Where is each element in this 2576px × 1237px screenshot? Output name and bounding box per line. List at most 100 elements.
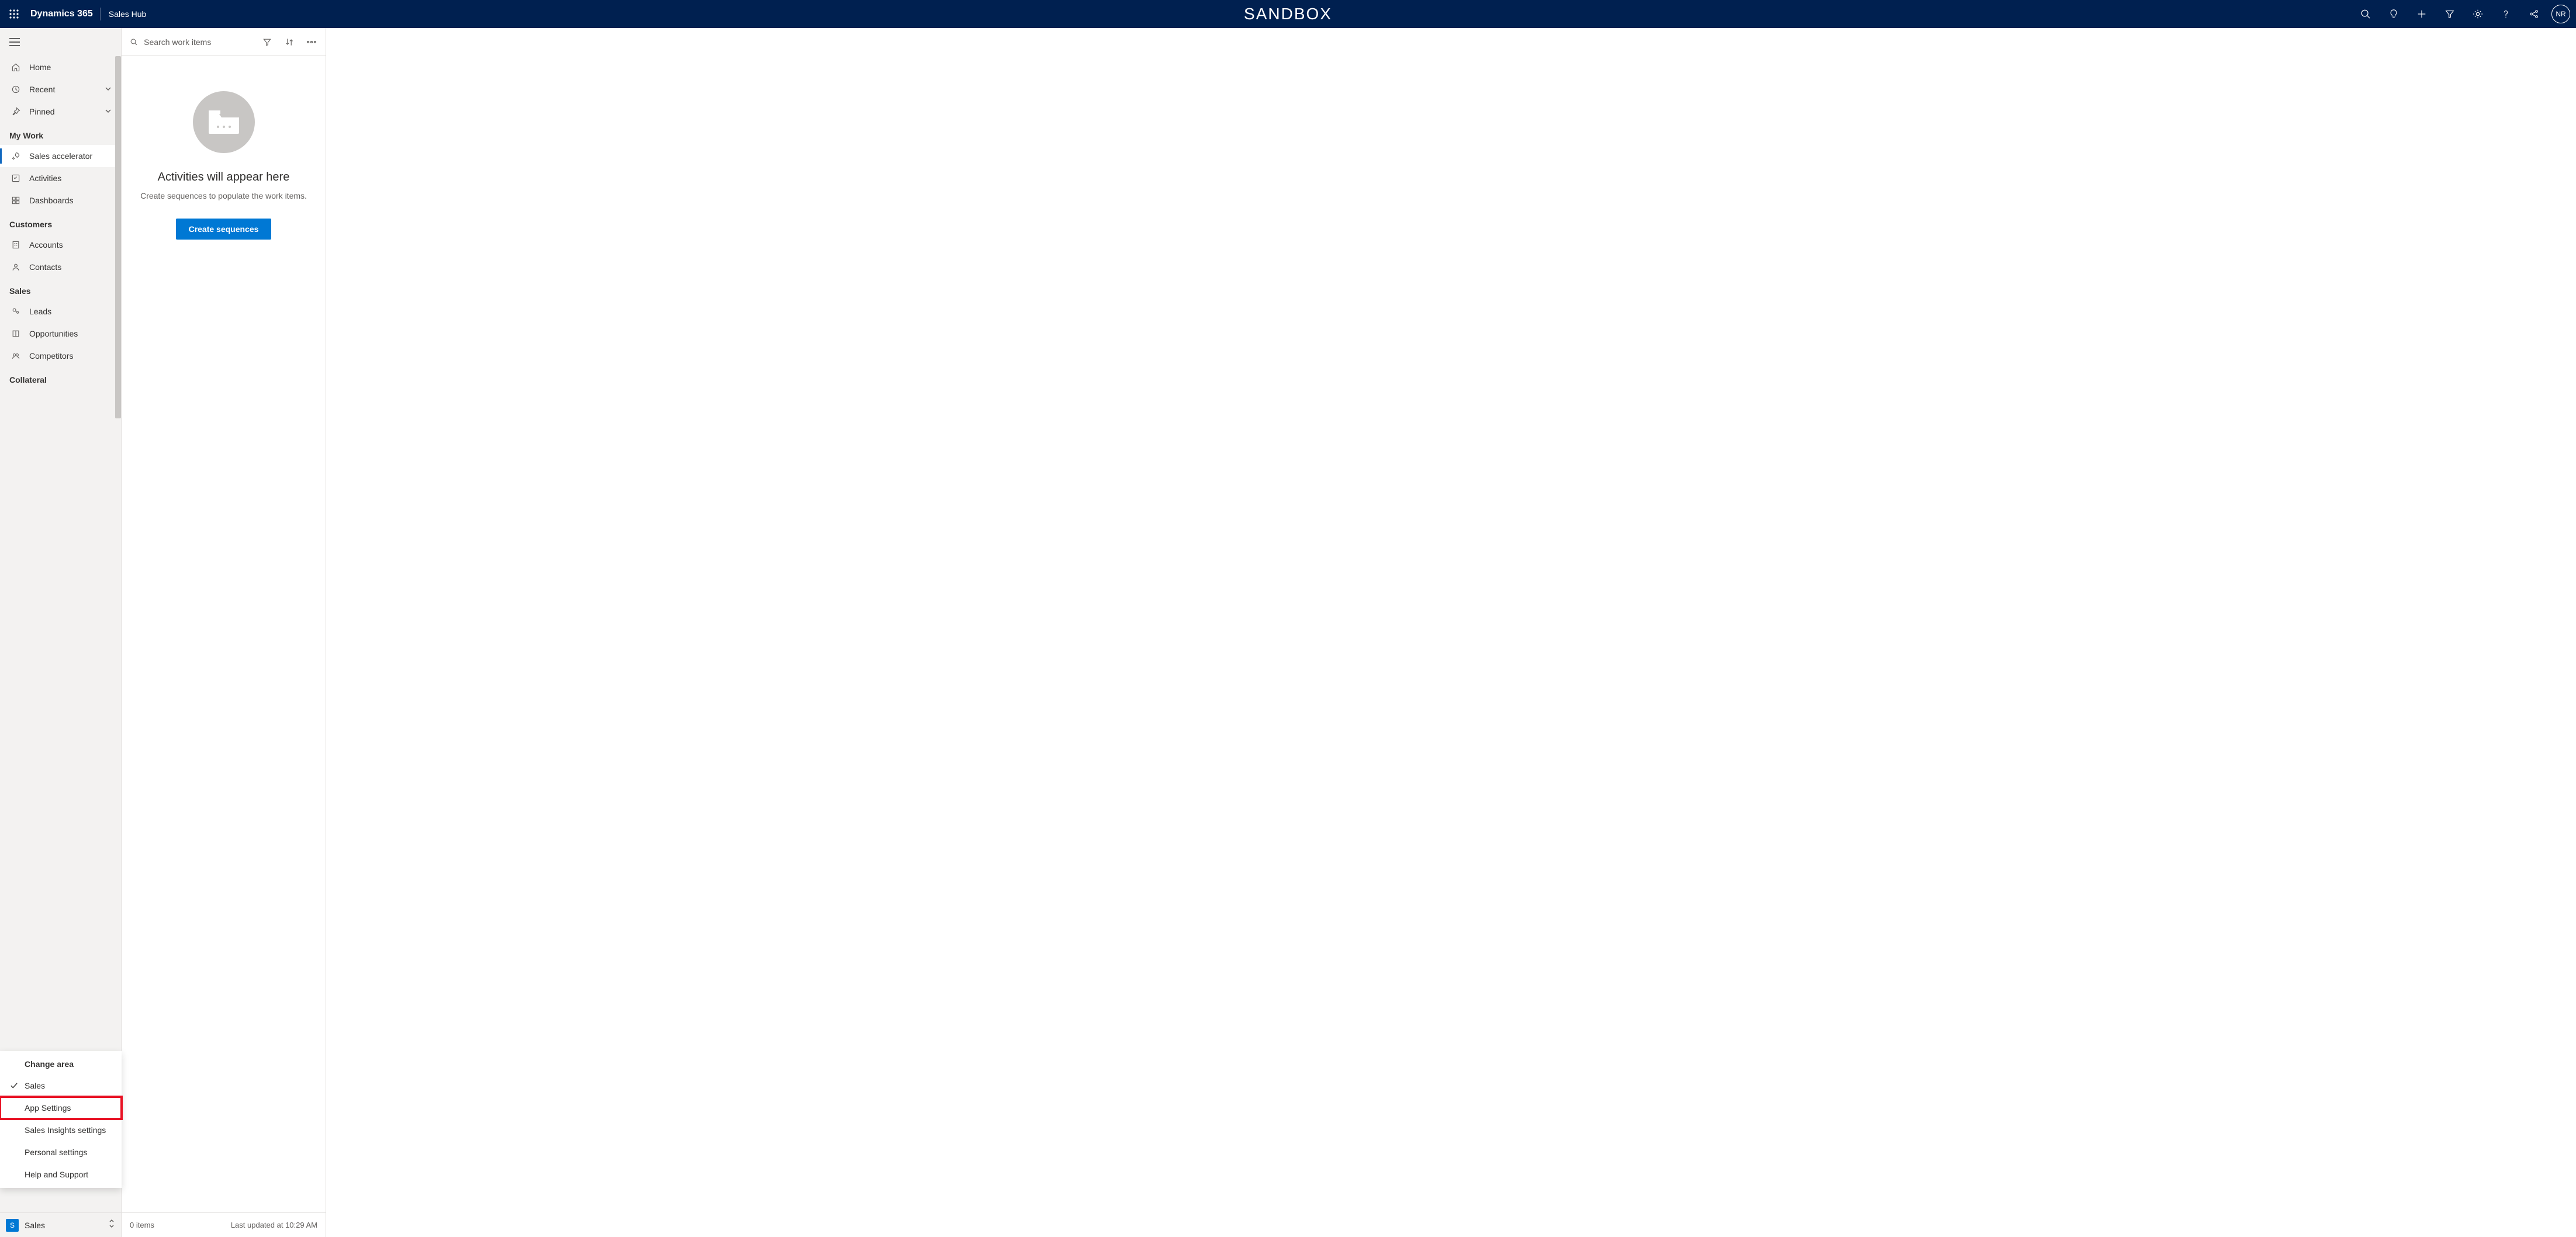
area-switcher[interactable]: S Sales xyxy=(0,1212,121,1237)
section-customers: Customers xyxy=(0,212,121,234)
sidebar-item-contacts[interactable]: Contacts xyxy=(0,256,121,278)
popup-label: Personal settings xyxy=(25,1148,87,1157)
help-icon xyxy=(2501,9,2511,19)
more-icon xyxy=(307,41,316,43)
search-input-wrap[interactable] xyxy=(130,37,253,47)
plus-icon xyxy=(2416,9,2427,19)
sidebar-item-opportunities[interactable]: Opportunities xyxy=(0,323,121,345)
area-option-sales[interactable]: Sales xyxy=(0,1075,122,1097)
person-icon xyxy=(11,262,21,272)
rocket-icon xyxy=(11,151,21,161)
chevron-down-icon xyxy=(105,107,112,116)
user-avatar[interactable]: NR xyxy=(2551,5,2570,23)
lightbulb-icon xyxy=(2388,9,2399,19)
nav-label: Activities xyxy=(29,174,61,183)
topbar: Dynamics 365 Sales Hub SANDBOX xyxy=(0,0,2576,28)
app-launcher-button[interactable] xyxy=(0,0,28,28)
sidebar-item-activities[interactable]: Activities xyxy=(0,167,121,189)
app-root: Dynamics 365 Sales Hub SANDBOX xyxy=(0,0,2576,1237)
nav-label: Leads xyxy=(29,307,51,316)
nav-label: Opportunities xyxy=(29,329,78,338)
nav-label: Recent xyxy=(29,85,55,94)
main: Home Recent Pinned My Work Sales acceler… xyxy=(0,28,2576,1237)
pin-icon xyxy=(11,106,21,117)
work-more-button[interactable] xyxy=(303,34,320,50)
building-icon xyxy=(11,240,21,250)
work-sort-button[interactable] xyxy=(281,34,298,50)
sidebar-item-leads[interactable]: Leads xyxy=(0,300,121,323)
gear-icon xyxy=(2473,9,2483,19)
work-search-row xyxy=(122,28,326,56)
area-option-personal-settings[interactable]: Personal settings xyxy=(0,1141,122,1163)
area-label: Sales xyxy=(25,1221,102,1230)
empty-folder-icon xyxy=(193,91,255,153)
sidebar-scrollbar[interactable] xyxy=(115,56,121,418)
help-button[interactable] xyxy=(2492,0,2520,28)
add-button[interactable] xyxy=(2408,0,2436,28)
sidebar-item-dashboards[interactable]: Dashboards xyxy=(0,189,121,212)
nav-label: Competitors xyxy=(29,351,73,361)
topbar-left: Dynamics 365 Sales Hub xyxy=(0,0,146,28)
sidebar-item-recent[interactable]: Recent xyxy=(0,78,121,101)
checklist-icon xyxy=(11,173,21,183)
area-badge: S xyxy=(6,1219,19,1232)
share-button[interactable] xyxy=(2520,0,2548,28)
app-title[interactable]: Dynamics 365 xyxy=(28,9,100,19)
settings-button[interactable] xyxy=(2464,0,2492,28)
sidebar: Home Recent Pinned My Work Sales acceler… xyxy=(0,28,122,1237)
nav-label: Dashboards xyxy=(29,196,74,205)
create-sequences-button[interactable]: Create sequences xyxy=(176,219,272,240)
section-collateral: Collateral xyxy=(0,367,121,389)
sidebar-toggle[interactable] xyxy=(0,28,121,56)
work-filter-button[interactable] xyxy=(259,34,275,50)
sidebar-item-pinned[interactable]: Pinned xyxy=(0,101,121,123)
competitors-icon xyxy=(11,351,21,361)
clock-icon xyxy=(11,84,21,95)
search-button[interactable] xyxy=(2352,0,2380,28)
empty-description: Create sequences to populate the work it… xyxy=(139,190,308,202)
leads-icon xyxy=(11,306,21,317)
opportunity-icon xyxy=(11,328,21,339)
home-icon xyxy=(11,62,21,72)
chevron-down-icon xyxy=(105,85,112,94)
waffle-icon xyxy=(9,9,19,19)
area-popup: Change area Sales App Settings Sales Ins… xyxy=(0,1051,122,1188)
section-sales: Sales xyxy=(0,278,121,300)
environment-label: SANDBOX xyxy=(1244,5,1332,23)
nav-label: Contacts xyxy=(29,262,61,272)
items-count: 0 items xyxy=(130,1221,154,1229)
empty-title: Activities will appear here xyxy=(139,171,308,184)
search-icon xyxy=(2360,9,2371,19)
dashboard-icon xyxy=(11,195,21,206)
empty-state: Activities will appear here Create seque… xyxy=(122,56,326,240)
nav-label: Home xyxy=(29,63,51,72)
nav-label: Sales accelerator xyxy=(29,151,92,161)
sidebar-item-accounts[interactable]: Accounts xyxy=(0,234,121,256)
share-icon xyxy=(2529,9,2539,19)
sidebar-item-competitors[interactable]: Competitors xyxy=(0,345,121,367)
filter-icon xyxy=(262,37,272,47)
canvas xyxy=(326,28,2576,1237)
work-list-pane: Activities will appear here Create seque… xyxy=(122,28,326,1237)
assistant-button[interactable] xyxy=(2380,0,2408,28)
nav-label: Accounts xyxy=(29,240,63,250)
hub-name[interactable]: Sales Hub xyxy=(101,9,147,19)
sort-icon xyxy=(285,37,294,47)
sidebar-item-home[interactable]: Home xyxy=(0,56,121,78)
topbar-right: NR xyxy=(2352,0,2576,28)
popup-label: Sales xyxy=(25,1081,45,1090)
search-input[interactable] xyxy=(144,37,253,47)
area-option-sales-insights[interactable]: Sales Insights settings xyxy=(0,1119,122,1141)
filter-button[interactable] xyxy=(2436,0,2464,28)
work-footer: 0 items Last updated at 10:29 AM xyxy=(122,1212,326,1237)
last-updated: Last updated at 10:29 AM xyxy=(231,1221,317,1229)
search-icon xyxy=(130,37,138,47)
popup-label: App Settings xyxy=(25,1103,71,1113)
area-option-help[interactable]: Help and Support xyxy=(0,1163,122,1186)
sidebar-inner: Home Recent Pinned My Work Sales acceler… xyxy=(0,28,121,1212)
nav-label: Pinned xyxy=(29,107,55,116)
section-my-work: My Work xyxy=(0,123,121,145)
sidebar-item-sales-accelerator[interactable]: Sales accelerator xyxy=(0,145,121,167)
filter-icon xyxy=(2444,9,2455,19)
area-option-app-settings[interactable]: App Settings xyxy=(0,1097,122,1119)
